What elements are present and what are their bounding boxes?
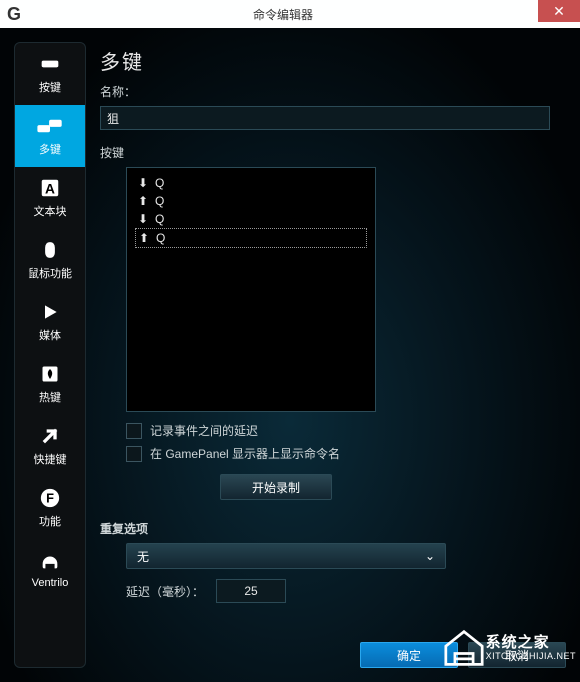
sidebar-item-shortcut[interactable]: 快捷键 [15, 415, 85, 477]
checkbox-icon[interactable] [126, 446, 142, 462]
chevron-down-icon: ⌄ [425, 549, 435, 563]
sidebar-item-label: Ventrilo [32, 577, 69, 589]
record-delay-label: 记录事件之间的延迟 [150, 422, 258, 439]
function-icon: F [37, 487, 63, 509]
arrow-ne-icon [37, 425, 63, 447]
repeat-section-label: 重复选项 [100, 520, 566, 537]
main-panel: 多键 名称： 按键 ⬇ Q ⬆ Q ⬇ Q ⬆ Q [100, 46, 566, 668]
sidebar-item-multikey[interactable]: 多键 [15, 105, 85, 167]
sidebar-item-keys[interactable]: 按键 [15, 43, 85, 105]
key-name: Q [155, 212, 164, 226]
key-row[interactable]: ⬇ Q [135, 210, 367, 228]
key-row[interactable]: ⬇ Q [135, 174, 367, 192]
delay-input[interactable] [216, 579, 286, 603]
key-row[interactable]: ⬆ Q [135, 228, 367, 248]
sidebar-item-function[interactable]: F 功能 [15, 477, 85, 539]
arrow-down-icon: ⬇ [135, 176, 151, 190]
key-name: Q [155, 194, 164, 208]
key-name: Q [156, 231, 165, 245]
checkbox-icon[interactable] [126, 423, 142, 439]
sidebar-item-label: 文本块 [34, 203, 67, 219]
repeat-dropdown[interactable]: 无 ⌄ [126, 543, 446, 569]
sidebar-item-hotkey[interactable]: 热键 [15, 353, 85, 415]
key-name: Q [155, 176, 164, 190]
watermark: 系统之家 XITONGZHIJIA.NET [442, 628, 576, 668]
arrow-up-icon: ⬆ [135, 194, 151, 208]
headset-icon [37, 551, 63, 573]
arrow-up-icon: ⬆ [136, 231, 152, 245]
sidebar-item-label: 热键 [39, 389, 61, 405]
gamepanel-label: 在 GamePanel 显示器上显示命令名 [150, 445, 340, 462]
sidebar-item-label: 媒体 [39, 327, 61, 343]
close-button[interactable]: ✕ [538, 0, 580, 22]
name-label: 名称： [100, 83, 566, 100]
window-body: 按键 多键 A 文本块 鼠标功能 [0, 28, 580, 682]
delay-row: 延迟（毫秒）： [126, 579, 566, 603]
sidebar-item-ventrilo[interactable]: Ventrilo [15, 539, 85, 601]
arrow-down-icon: ⬇ [135, 212, 151, 226]
multikey-icon [37, 115, 63, 137]
svg-text:F: F [46, 491, 54, 506]
delay-label: 延迟（毫秒）： [126, 583, 204, 600]
watermark-line2: XITONGZHIJIA.NET [486, 651, 576, 661]
titlebar: G 命令编辑器 ✕ [0, 0, 580, 29]
svg-text:A: A [45, 182, 55, 197]
watermark-house-icon [442, 628, 486, 668]
close-icon: ✕ [553, 3, 565, 20]
sidebar: 按键 多键 A 文本块 鼠标功能 [14, 42, 86, 668]
page-heading: 多键 [100, 46, 566, 75]
name-input[interactable] [100, 106, 550, 130]
sidebar-item-media[interactable]: 媒体 [15, 291, 85, 353]
record-delay-checkbox-row[interactable]: 记录事件之间的延迟 [126, 422, 566, 439]
sidebar-item-label: 按键 [39, 79, 61, 95]
text-a-icon: A [37, 177, 63, 199]
key-sequence-list[interactable]: ⬇ Q ⬆ Q ⬇ Q ⬆ Q [126, 167, 376, 412]
play-icon [37, 301, 63, 323]
key-row[interactable]: ⬆ Q [135, 192, 367, 210]
sidebar-item-label: 功能 [39, 513, 61, 529]
app-window: G 命令编辑器 ✕ 按键 多键 A [0, 0, 580, 682]
sidebar-item-label: 鼠标功能 [28, 265, 72, 281]
sidebar-item-label: 快捷键 [34, 451, 67, 467]
repeat-value: 无 [137, 548, 149, 565]
logitech-g-logo-icon: G [0, 0, 28, 28]
flame-icon [37, 363, 63, 385]
keys-section-label: 按键 [100, 144, 566, 161]
watermark-line1: 系统之家 [486, 634, 576, 651]
sidebar-item-mouse[interactable]: 鼠标功能 [15, 229, 85, 291]
window-title: 命令编辑器 [28, 6, 538, 23]
start-record-button[interactable]: 开始录制 [220, 474, 332, 500]
gamepanel-checkbox-row[interactable]: 在 GamePanel 显示器上显示命令名 [126, 445, 566, 462]
keycap-icon [37, 53, 63, 75]
sidebar-item-label: 多键 [39, 141, 61, 157]
sidebar-item-textblock[interactable]: A 文本块 [15, 167, 85, 229]
mouse-icon [37, 239, 63, 261]
